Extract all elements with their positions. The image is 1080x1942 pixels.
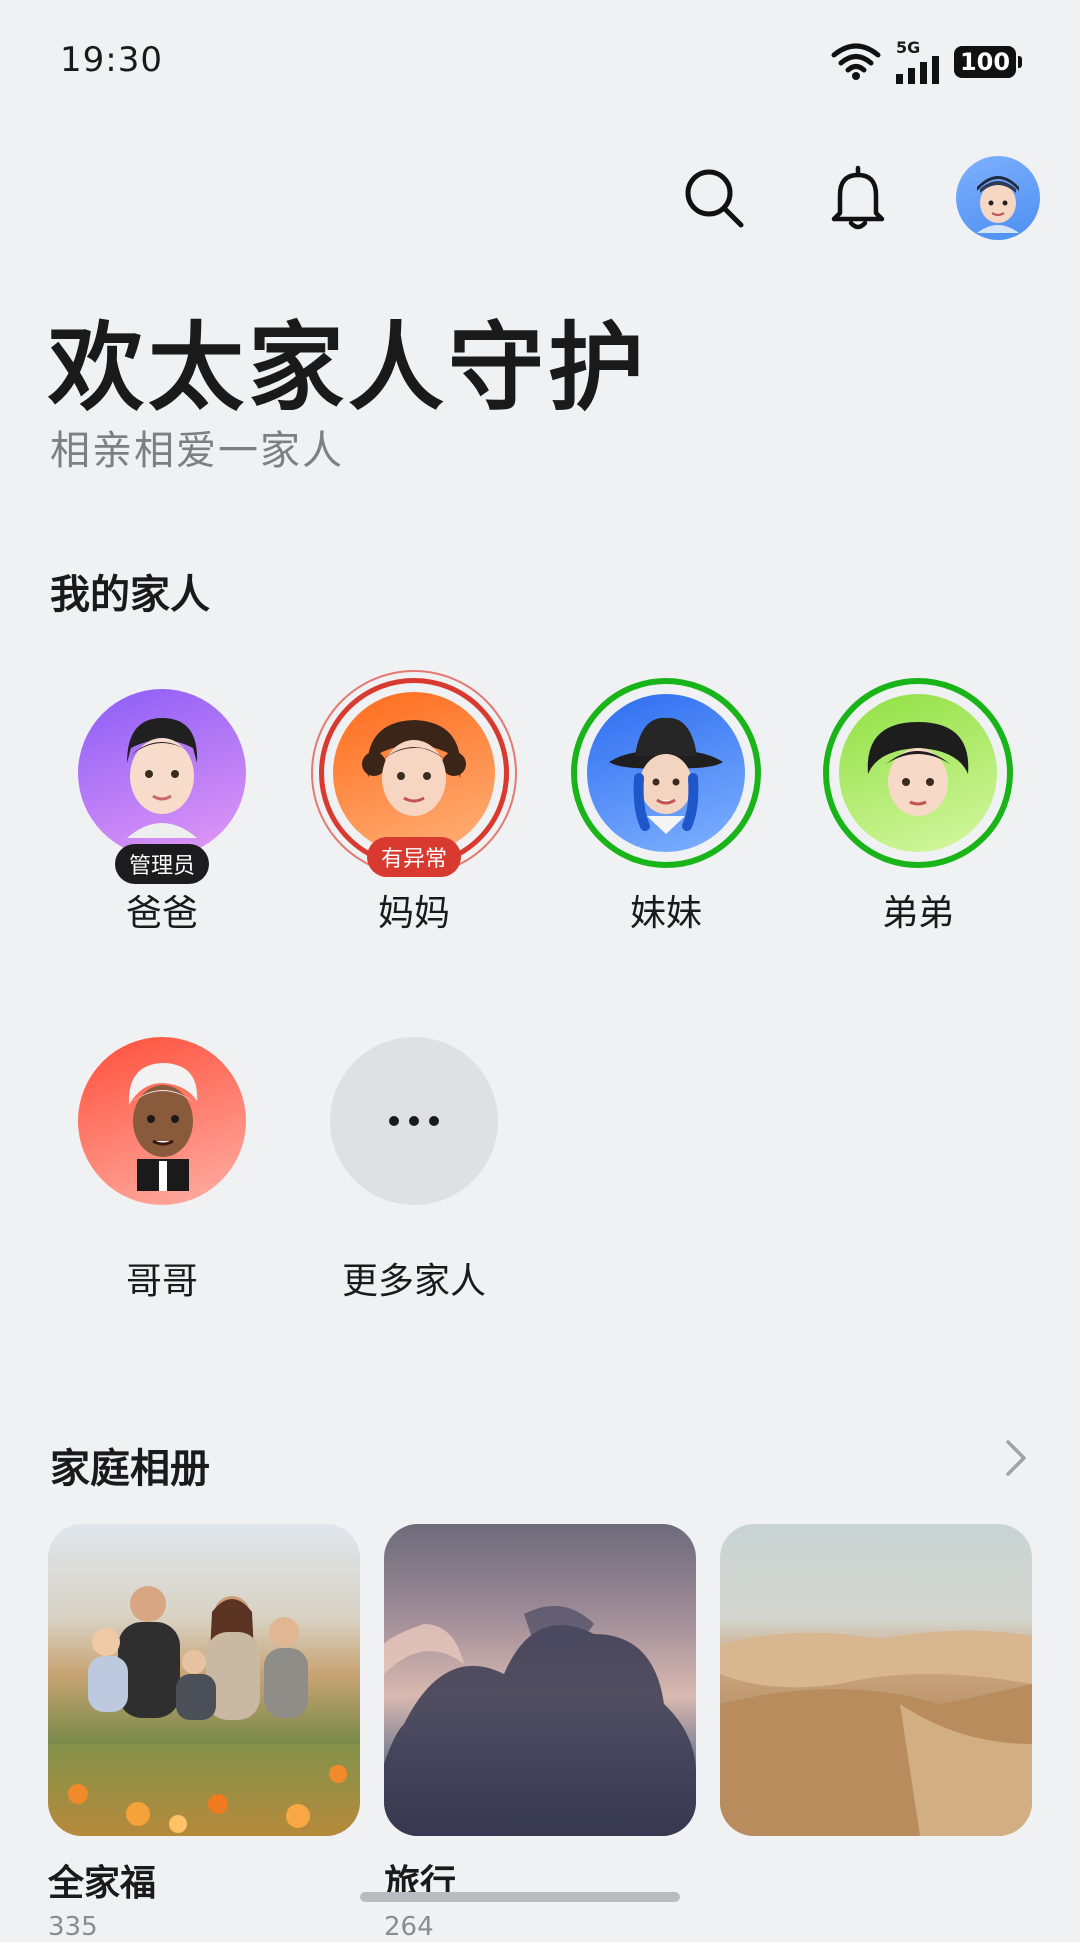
older-brother-avatar-icon [128,1063,198,1191]
status-time: 19:30 [60,40,163,80]
family-member-mom[interactable]: 有异常 妈妈 [304,678,524,936]
user-avatar [977,176,1019,233]
page-title: 欢太家人守护 [48,312,648,424]
more-family-button[interactable]: 更多家人 [304,1026,524,1304]
home-indicator[interactable] [360,1892,680,1902]
avatar-ring [67,1026,257,1216]
more-dots-icon [389,1116,439,1126]
avatar [78,1037,246,1205]
avatar-ring: 管理员 [67,678,257,884]
member-name: 妈妈 [377,893,450,934]
album-count: 335 [48,1912,98,1942]
dad-avatar-icon [127,718,198,838]
avatar [839,694,997,852]
album-title: 全家福 [48,1863,157,1904]
brother-avatar-icon [867,722,969,816]
album-card[interactable]: 旅行 264 [384,1524,696,1942]
sister-avatar-icon [609,717,723,834]
album-count: 264 [384,1912,434,1942]
album-section-title: 家庭相册 [50,1446,210,1492]
mom-avatar-icon [362,720,466,816]
user-avatar-button[interactable] [956,156,1040,240]
avatar-ring [319,1026,509,1216]
family-member-younger-sister[interactable]: 妹妹 [556,678,776,936]
status-bar: 19:30 5G 100 [0,0,1080,120]
avatar [333,692,495,854]
album-card[interactable]: 全家福 335 [48,1524,360,1942]
status-icons: 5G 100 [830,40,1022,84]
signal-icon: 5G [896,40,940,84]
travel-photo-thumbnail [384,1524,696,1836]
avatar [78,689,246,857]
family-member-older-brother[interactable]: 哥哥 [52,1026,272,1304]
page-subtitle: 相亲相爱一家人 [50,428,344,474]
avatar-ring-ok [571,678,761,868]
avatar [587,694,745,852]
top-action-bar [610,156,1040,240]
family-photo-thumbnail [48,1524,360,1836]
wifi-icon [831,43,881,80]
network-type: 5G [896,38,921,57]
chevron-right-icon[interactable] [996,1438,1036,1478]
member-badge: 管理员 [114,844,210,884]
member-badge-alert: 有异常 [366,837,462,877]
avatar-ring-ok [823,678,1013,868]
battery-level: 100 [959,48,1011,76]
more-circle [330,1037,498,1205]
notification-button[interactable] [818,158,898,238]
avatar-ring-alert: 有异常 [319,678,509,877]
more-family-label: 更多家人 [341,1261,486,1302]
album-list: 全家福 335 旅行 264 [48,1524,1032,1942]
album-card[interactable] [720,1524,1032,1942]
family-member-dad[interactable]: 管理员 爸爸 [52,678,272,936]
member-name: 弟弟 [881,893,954,934]
desert-image [720,1630,1032,1836]
search-button[interactable] [674,158,754,238]
search-icon [685,169,744,228]
desert-photo-thumbnail [720,1524,1032,1836]
member-name: 妹妹 [629,893,702,934]
bell-icon [831,165,885,230]
family-photo-image [48,1586,360,1836]
member-name: 哥哥 [125,1261,198,1302]
clouds-image [384,1606,696,1836]
battery-indicator: 100 [954,46,1022,78]
family-member-younger-brother[interactable]: 弟弟 [808,678,1028,936]
member-name: 爸爸 [125,893,198,934]
signal-bars-icon [896,56,939,84]
family-section-title: 我的家人 [50,572,210,618]
